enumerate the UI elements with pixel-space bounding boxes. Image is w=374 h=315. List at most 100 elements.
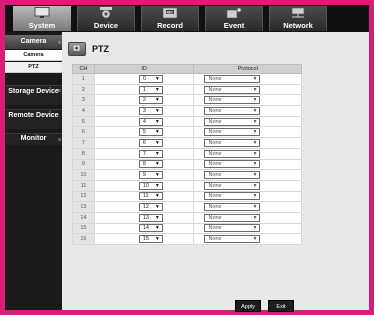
tab-record[interactable]: REC Record <box>141 6 199 31</box>
table-row: 14 13 ▼ None ▼ <box>72 211 302 224</box>
id-select-value: 3 <box>142 107 146 114</box>
id-select-value: 10 <box>142 182 149 189</box>
apply-button[interactable]: Apply <box>235 300 261 312</box>
protocol-select[interactable]: None ▼ <box>204 96 261 105</box>
id-cell: 15 ▼ <box>93 233 195 245</box>
ptz-camera-icon <box>68 42 86 56</box>
protocol-select[interactable]: None ▼ <box>204 74 261 83</box>
channel-cell: 5 <box>72 115 95 128</box>
sidebar-item-monitor[interactable]: Monitor ≡ <box>5 133 62 145</box>
id-cell: 14 ▼ <box>93 222 195 235</box>
tab-system[interactable]: System <box>13 6 71 31</box>
event-icon <box>226 7 242 19</box>
dropdown-arrow-icon: ▼ <box>154 75 160 82</box>
protocol-cell: None ▼ <box>193 233 302 245</box>
sidebar-subitem-camera[interactable]: Camera <box>5 50 62 61</box>
id-select[interactable]: 14 ▼ <box>138 224 163 233</box>
id-select[interactable]: 10 ▼ <box>138 181 163 190</box>
protocol-select-value: None <box>208 150 222 157</box>
id-select[interactable]: 5 ▼ <box>138 128 163 137</box>
dropdown-arrow-icon: ▼ <box>154 204 160 211</box>
protocol-cell: None ▼ <box>193 137 302 149</box>
protocol-cell: None ▼ <box>193 169 302 181</box>
id-select[interactable]: 7 ▼ <box>138 149 163 158</box>
table-row: 13 12 ▼ None ▼ <box>72 201 302 213</box>
dropdown-arrow-icon: ▼ <box>154 161 160 168</box>
tab-event[interactable]: Event <box>205 6 263 31</box>
protocol-select[interactable]: None ▼ <box>204 213 261 222</box>
sidebar-item-remote[interactable]: Remote Device <box>5 109 62 129</box>
protocol-select[interactable]: None ▼ <box>204 224 261 233</box>
protocol-cell: None ▼ <box>193 105 302 117</box>
protocol-select[interactable]: None ▼ <box>204 128 261 137</box>
protocol-select[interactable]: None ▼ <box>204 203 261 212</box>
exit-button[interactable]: Exit <box>268 300 294 312</box>
column-header-ch: CH <box>72 64 95 74</box>
tab-record-label: Record <box>157 21 183 30</box>
dropdown-arrow-icon: ▼ <box>154 150 160 157</box>
channel-cell: 12 <box>72 190 95 203</box>
id-select[interactable]: 6 ▼ <box>138 138 163 147</box>
id-select[interactable]: 9 ▼ <box>138 171 163 180</box>
id-cell: 2 ▼ <box>93 94 195 107</box>
id-select-value: 4 <box>142 118 146 125</box>
tab-network[interactable]: Network <box>269 6 327 31</box>
id-select[interactable]: 11 ▼ <box>138 192 163 201</box>
tab-device[interactable]: Device <box>77 6 135 31</box>
dropdown-arrow-icon: ▼ <box>252 150 258 157</box>
protocol-cell: None ▼ <box>193 201 302 213</box>
rec-icon: REC <box>162 7 178 19</box>
sidebar-item-storage[interactable]: Storage Device ≡ <box>5 85 62 105</box>
protocol-select[interactable]: None ▼ <box>204 192 261 201</box>
protocol-select[interactable]: None ▼ <box>204 160 261 169</box>
dropdown-arrow-icon: ▼ <box>252 118 258 125</box>
app-window: System Device REC Record Event Network C… <box>0 0 374 315</box>
protocol-select-value: None <box>208 75 222 82</box>
sidebar-item-camera[interactable]: Camera ≡ <box>5 35 62 49</box>
id-select[interactable]: 3 ▼ <box>138 106 163 115</box>
id-select[interactable]: 13 ▼ <box>138 213 163 222</box>
id-select[interactable]: 15 ▼ <box>138 235 163 244</box>
protocol-cell: None ▼ <box>193 158 302 171</box>
id-select[interactable]: 1 ▼ <box>138 85 163 94</box>
id-cell: 7 ▼ <box>93 147 195 160</box>
id-select-value: 7 <box>142 150 146 157</box>
protocol-select-value: None <box>208 139 222 146</box>
protocol-cell: None ▼ <box>193 94 302 107</box>
id-cell: 11 ▼ <box>93 190 195 203</box>
protocol-cell: None ▼ <box>193 126 302 139</box>
channel-cell: 2 <box>72 83 95 96</box>
id-select[interactable]: 0 ▼ <box>138 74 163 83</box>
id-cell: 1 ▼ <box>93 83 195 96</box>
protocol-cell: None ▼ <box>193 83 302 96</box>
protocol-select[interactable]: None ▼ <box>204 181 261 190</box>
svg-text:REC: REC <box>167 10 174 14</box>
protocol-select[interactable]: None ▼ <box>204 85 261 94</box>
protocol-select[interactable]: None ▼ <box>204 117 261 126</box>
table-row: 15 14 ▼ None ▼ <box>72 222 302 235</box>
id-select-value: 12 <box>142 204 149 211</box>
id-select[interactable]: 12 ▼ <box>138 203 163 212</box>
sidebar-subitem-ptz[interactable]: PTZ <box>5 62 62 73</box>
expand-icon: ≡ <box>58 40 61 46</box>
protocol-select-value: None <box>208 225 222 232</box>
protocol-select-value: None <box>208 118 222 125</box>
id-select[interactable]: 8 ▼ <box>138 160 163 169</box>
channel-cell: 11 <box>72 179 95 192</box>
id-select[interactable]: 4 ▼ <box>138 117 163 126</box>
protocol-select[interactable]: None ▼ <box>204 106 261 115</box>
tab-network-label: Network <box>283 21 313 30</box>
id-select[interactable]: 2 ▼ <box>138 96 163 105</box>
expand-icon: ≡ <box>58 137 61 143</box>
id-cell: 0 ▼ <box>93 73 195 85</box>
id-cell: 4 ▼ <box>93 115 195 128</box>
dropdown-arrow-icon: ▼ <box>252 225 258 232</box>
dropdown-arrow-icon: ▼ <box>252 193 258 200</box>
protocol-select[interactable]: None ▼ <box>204 149 261 158</box>
column-header-protocol: Protocol <box>193 64 302 74</box>
dropdown-arrow-icon: ▼ <box>252 204 258 211</box>
protocol-select-value: None <box>208 236 222 243</box>
protocol-select[interactable]: None ▼ <box>204 138 261 147</box>
protocol-select[interactable]: None ▼ <box>204 171 261 180</box>
protocol-select[interactable]: None ▼ <box>204 235 261 244</box>
